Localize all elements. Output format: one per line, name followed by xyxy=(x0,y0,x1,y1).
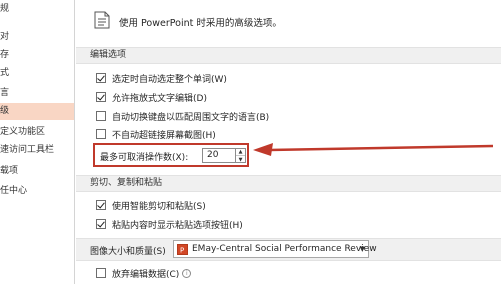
red-arrow-annotation xyxy=(253,143,494,156)
nav-item-format[interactable]: 式 xyxy=(0,65,74,82)
checkbox[interactable] xyxy=(96,111,106,121)
advanced-options-panel: 使用 PowerPoint 时采用的高级选项。 编辑选项 选定时自动选定整个单词… xyxy=(76,0,501,284)
checkbox[interactable] xyxy=(96,219,106,229)
powerpoint-file-icon: P xyxy=(177,244,188,255)
nav-item-save[interactable]: 存 xyxy=(0,47,74,64)
checkbox[interactable] xyxy=(96,268,106,278)
nav-item-customize-ribbon[interactable]: 定义功能区 xyxy=(0,124,74,141)
nav-item-proofing[interactable]: 对 xyxy=(0,29,74,46)
option-discard-editing-data[interactable]: 放弃编辑数据(C) i xyxy=(96,266,192,280)
option-label: 放弃编辑数据(C) xyxy=(112,269,180,280)
option-drag-drop-editing[interactable]: 允许拖放式文字编辑(D) xyxy=(96,90,207,104)
panel-description: 使用 PowerPoint 时采用的高级选项。 xyxy=(119,18,282,29)
nav-item-language[interactable]: 言 xyxy=(0,85,74,102)
option-label: 自动切换键盘以匹配周围文字的语言(B) xyxy=(112,112,270,123)
spin-up-icon[interactable]: ▲ xyxy=(236,149,245,156)
image-quality-file-value: EMay-Central Social Performance Review xyxy=(192,244,377,254)
checkbox[interactable] xyxy=(96,73,106,83)
image-quality-label: 图像大小和质量(S) xyxy=(90,247,166,257)
nav-item-general[interactable]: 规 xyxy=(0,1,74,18)
undo-limit-highlight: 最多可取消操作数(X): 20 ▲ ▼ xyxy=(93,143,249,167)
option-label: 粘贴内容时显示粘贴选项按钮(H) xyxy=(112,220,243,231)
option-label: 选定时自动选定整个单词(W) xyxy=(112,74,227,85)
nav-item-add-ins[interactable]: 载项 xyxy=(0,163,74,180)
svg-text:P: P xyxy=(180,247,184,255)
section-editing-options: 编辑选项 xyxy=(76,47,501,64)
powerpoint-options-dialog: 规 对 存 式 言 级 定义功能区 速访问工具栏 载项 任中心 使用 Power… xyxy=(0,0,501,284)
option-show-paste-options[interactable]: 粘贴内容时显示粘贴选项按钮(H) xyxy=(96,217,243,231)
undo-limit-stepper[interactable]: ▲ ▼ xyxy=(236,148,246,163)
image-quality-file-select[interactable]: P EMay-Central Social Performance Review… xyxy=(173,240,377,258)
chevron-down-icon[interactable]: ▼ xyxy=(360,245,365,253)
spin-down-icon[interactable]: ▼ xyxy=(236,156,245,163)
options-nav: 规 对 存 式 言 级 定义功能区 速访问工具栏 载项 任中心 xyxy=(0,0,75,284)
checkbox[interactable] xyxy=(96,92,106,102)
checkbox[interactable] xyxy=(96,129,106,139)
undo-limit-label: 最多可取消操作数(X): xyxy=(100,153,189,163)
nav-item-quick-access-toolbar[interactable]: 速访问工具栏 xyxy=(0,142,74,159)
nav-item-advanced[interactable]: 级 xyxy=(0,103,74,120)
section-cut-copy-paste: 剪切、复制和粘贴 xyxy=(76,175,501,192)
option-label: 不自动超链接屏幕截图(H) xyxy=(112,130,216,141)
info-icon[interactable]: i xyxy=(182,268,192,278)
option-select-entire-word[interactable]: 选定时自动选定整个单词(W) xyxy=(96,71,227,85)
checkbox[interactable] xyxy=(96,200,106,210)
option-label: 允许拖放式文字编辑(D) xyxy=(112,93,207,104)
option-label: 使用智能剪切和粘贴(S) xyxy=(112,201,206,212)
document-icon xyxy=(94,11,110,29)
nav-item-trust-center[interactable]: 任中心 xyxy=(0,183,74,200)
undo-limit-input[interactable]: 20 xyxy=(202,148,236,163)
option-auto-keyboard-switch[interactable]: 自动切换键盘以匹配周围文字的语言(B) xyxy=(96,109,269,123)
option-smart-cut-paste[interactable]: 使用智能剪切和粘贴(S) xyxy=(96,198,206,212)
option-no-auto-hyperlink-screenshot[interactable]: 不自动超链接屏幕截图(H) xyxy=(96,127,216,141)
